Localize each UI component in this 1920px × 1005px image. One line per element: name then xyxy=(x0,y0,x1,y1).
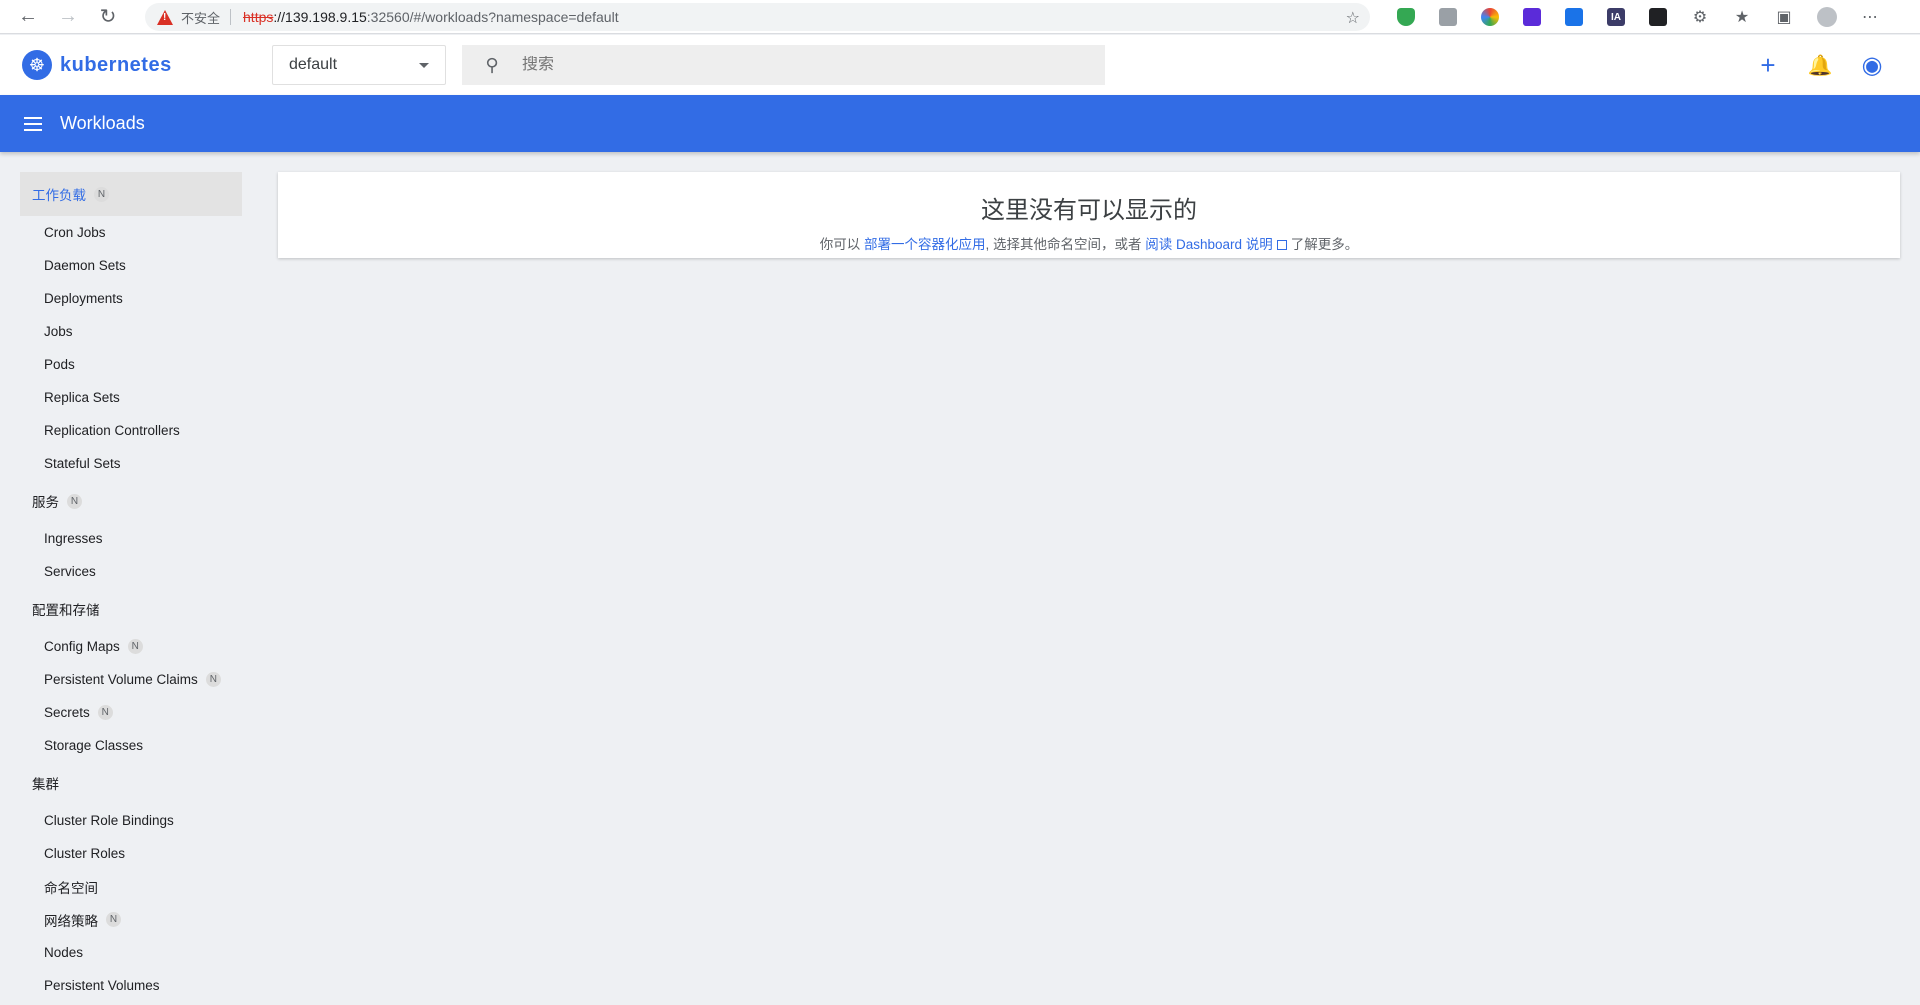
sidebar-item-label: Cluster Role Bindings xyxy=(44,813,174,828)
sidebar-item-secrets[interactable]: Secrets N xyxy=(0,696,254,729)
empty-state-text: 你可以 部署一个容器化应用, 选择其他命名空间，或者 阅读 Dashboard … xyxy=(278,233,1900,253)
sidebar-section-config-storage[interactable]: 配置和存储 xyxy=(20,588,242,630)
sidebar-item-nodes[interactable]: Nodes xyxy=(0,936,254,969)
collections-icon[interactable]: ▣ xyxy=(1775,8,1793,26)
external-link-icon xyxy=(1276,240,1287,250)
sidebar-item-label: 命名空间 xyxy=(44,880,98,896)
sidebar-item-storage-classes[interactable]: Storage Classes xyxy=(0,729,254,762)
search-input[interactable] xyxy=(522,56,1082,74)
sidebar-nav: 工作负载 N Cron Jobs Daemon Sets Deployments… xyxy=(0,152,254,1005)
sidebar-item-label: Secrets xyxy=(44,705,90,720)
more-menu-icon[interactable]: ⋯ xyxy=(1861,8,1879,26)
notifications-bell-icon[interactable]: 🔔 xyxy=(1802,47,1838,83)
sidebar-item-label: Persistent Volumes xyxy=(44,978,160,993)
translate-extension-icon[interactable] xyxy=(1565,8,1583,26)
sidebar-section-label: 工作负载 xyxy=(32,188,86,203)
dashboard-docs-link[interactable]: 阅读 Dashboard 说明 xyxy=(1145,237,1273,252)
color-extension-icon[interactable] xyxy=(1481,8,1499,26)
create-button[interactable]: + xyxy=(1750,47,1786,83)
sidebar-item-label: Cluster Roles xyxy=(44,846,126,861)
page-title: Workloads xyxy=(60,113,145,133)
sidebar-section-label: 服务 xyxy=(32,495,59,510)
sidebar-section-label: 集群 xyxy=(32,777,59,792)
dark-extension-icon[interactable] xyxy=(1649,8,1667,26)
sidebar-item-replication-controllers[interactable]: Replication Controllers xyxy=(0,414,254,447)
text-middle: , 选择其他命名空间，或者 xyxy=(985,237,1142,252)
sidebar-item-services[interactable]: Services xyxy=(0,555,254,588)
namespaced-badge: N xyxy=(94,186,109,202)
search-bar: ⚲ xyxy=(462,45,1105,85)
namespaced-badge: N xyxy=(205,672,221,687)
logo-text: kubernetes xyxy=(60,53,172,76)
sidebar-item-stateful-sets[interactable]: Stateful Sets xyxy=(0,447,254,480)
sidebar-item-ingresses[interactable]: Ingresses xyxy=(0,522,254,555)
namespaced-badge: N xyxy=(106,912,121,927)
sidebar-section-services[interactable]: 服务 N xyxy=(20,480,242,522)
page-toolbar: Workloads xyxy=(0,95,1920,152)
kubernetes-logo[interactable]: ☸ kubernetes xyxy=(22,50,172,80)
divider xyxy=(230,9,232,25)
url-scheme: https xyxy=(243,9,274,25)
app-header: ☸ kubernetes default ⚲ + 🔔 ◉ xyxy=(0,35,1920,95)
ia-extension-icon[interactable]: IA xyxy=(1607,8,1625,26)
deploy-app-link[interactable]: 部署一个容器化应用 xyxy=(864,237,986,252)
url-path: :32560/#/workloads?namespace=default xyxy=(366,9,619,25)
sidebar-item-jobs[interactable]: Jobs xyxy=(0,315,254,348)
sidebar-item-persistent-volumes[interactable]: Persistent Volumes xyxy=(0,969,254,1002)
chevron-down-icon xyxy=(419,63,429,68)
url-host: ://139.198.9.15 xyxy=(273,9,367,25)
sidebar-item-daemon-sets[interactable]: Daemon Sets xyxy=(0,249,254,282)
sidebar-item-persistent-volume-claims[interactable]: Persistent Volume Claims N xyxy=(0,663,254,696)
sidebar-item-label: 网络策略 xyxy=(44,913,98,929)
header-actions: + 🔔 ◉ xyxy=(1734,47,1890,83)
sidebar-item-cluster-roles[interactable]: Cluster Roles xyxy=(0,837,254,870)
reader-extension-icon[interactable] xyxy=(1439,8,1457,26)
puzzle-extensions-icon[interactable]: ⚙ xyxy=(1691,8,1709,26)
purple-extension-icon[interactable] xyxy=(1523,8,1541,26)
forward-button[interactable]: → xyxy=(48,0,88,34)
sidebar-item-replica-sets[interactable]: Replica Sets xyxy=(0,381,254,414)
sidebar-item-label: Storage Classes xyxy=(44,738,144,753)
sidebar-item-deployments[interactable]: Deployments xyxy=(0,282,254,315)
bookmark-star-icon[interactable]: ☆ xyxy=(1346,8,1360,28)
sidebar-section-label: 配置和存储 xyxy=(32,603,100,618)
sidebar-item-cron-jobs[interactable]: Cron Jobs xyxy=(0,216,254,249)
helm-wheel-icon: ☸ xyxy=(22,50,52,80)
empty-state-title: 这里没有可以显示的 xyxy=(981,197,1197,224)
sidebar-item-label: Config Maps xyxy=(44,639,120,654)
sidebar-section-workloads[interactable]: 工作负载 N xyxy=(20,172,242,216)
namespaced-badge: N xyxy=(97,705,113,720)
sidebar-section-cluster[interactable]: 集群 xyxy=(20,762,242,804)
reload-button[interactable]: ↻ xyxy=(88,0,128,34)
security-label[interactable]: 不安全 xyxy=(181,8,220,27)
namespaced-badge: N xyxy=(127,639,143,654)
sidebar-item-cluster-role-bindings[interactable]: Cluster Role Bindings xyxy=(0,804,254,837)
search-icon: ⚲ xyxy=(485,54,499,75)
browser-toolbar: ← → ↻ 不安全 https://139.198.9.15:32560/#/w… xyxy=(0,0,1920,34)
sidebar-item-label: Nodes xyxy=(44,945,84,960)
empty-state-card: 这里没有可以显示的 你可以 部署一个容器化应用, 选择其他命名空间，或者 阅读 … xyxy=(278,172,1900,258)
address-bar[interactable]: 不安全 https://139.198.9.15:32560/#/workloa… xyxy=(145,3,1370,31)
text-suffix: 了解更多。 xyxy=(1290,237,1359,252)
shield-extension-icon[interactable] xyxy=(1397,8,1415,26)
extensions-bar: IA ⚙ ★ ▣ ⋯ xyxy=(1385,0,1891,34)
warning-icon xyxy=(157,9,173,25)
sidebar-item-label: Persistent Volume Claims xyxy=(44,672,198,687)
sidebar-item-config-maps[interactable]: Config Maps N xyxy=(0,630,254,663)
sidebar-item-pods[interactable]: Pods xyxy=(0,348,254,381)
namespace-select[interactable]: default xyxy=(272,45,446,85)
hamburger-menu-icon[interactable] xyxy=(24,116,44,131)
back-button[interactable]: ← xyxy=(8,0,48,34)
favorites-icon[interactable]: ★ xyxy=(1733,8,1751,26)
text-prefix: 你可以 xyxy=(819,237,861,252)
sidebar-item-namespaces[interactable]: 命名空间 xyxy=(0,870,254,903)
account-circle-icon[interactable]: ◉ xyxy=(1854,47,1890,83)
profile-avatar-icon[interactable] xyxy=(1817,7,1837,27)
namespace-value: default xyxy=(289,56,338,73)
sidebar-item-network-policies[interactable]: 网络策略 N xyxy=(0,903,254,936)
namespaced-badge: N xyxy=(67,493,82,509)
